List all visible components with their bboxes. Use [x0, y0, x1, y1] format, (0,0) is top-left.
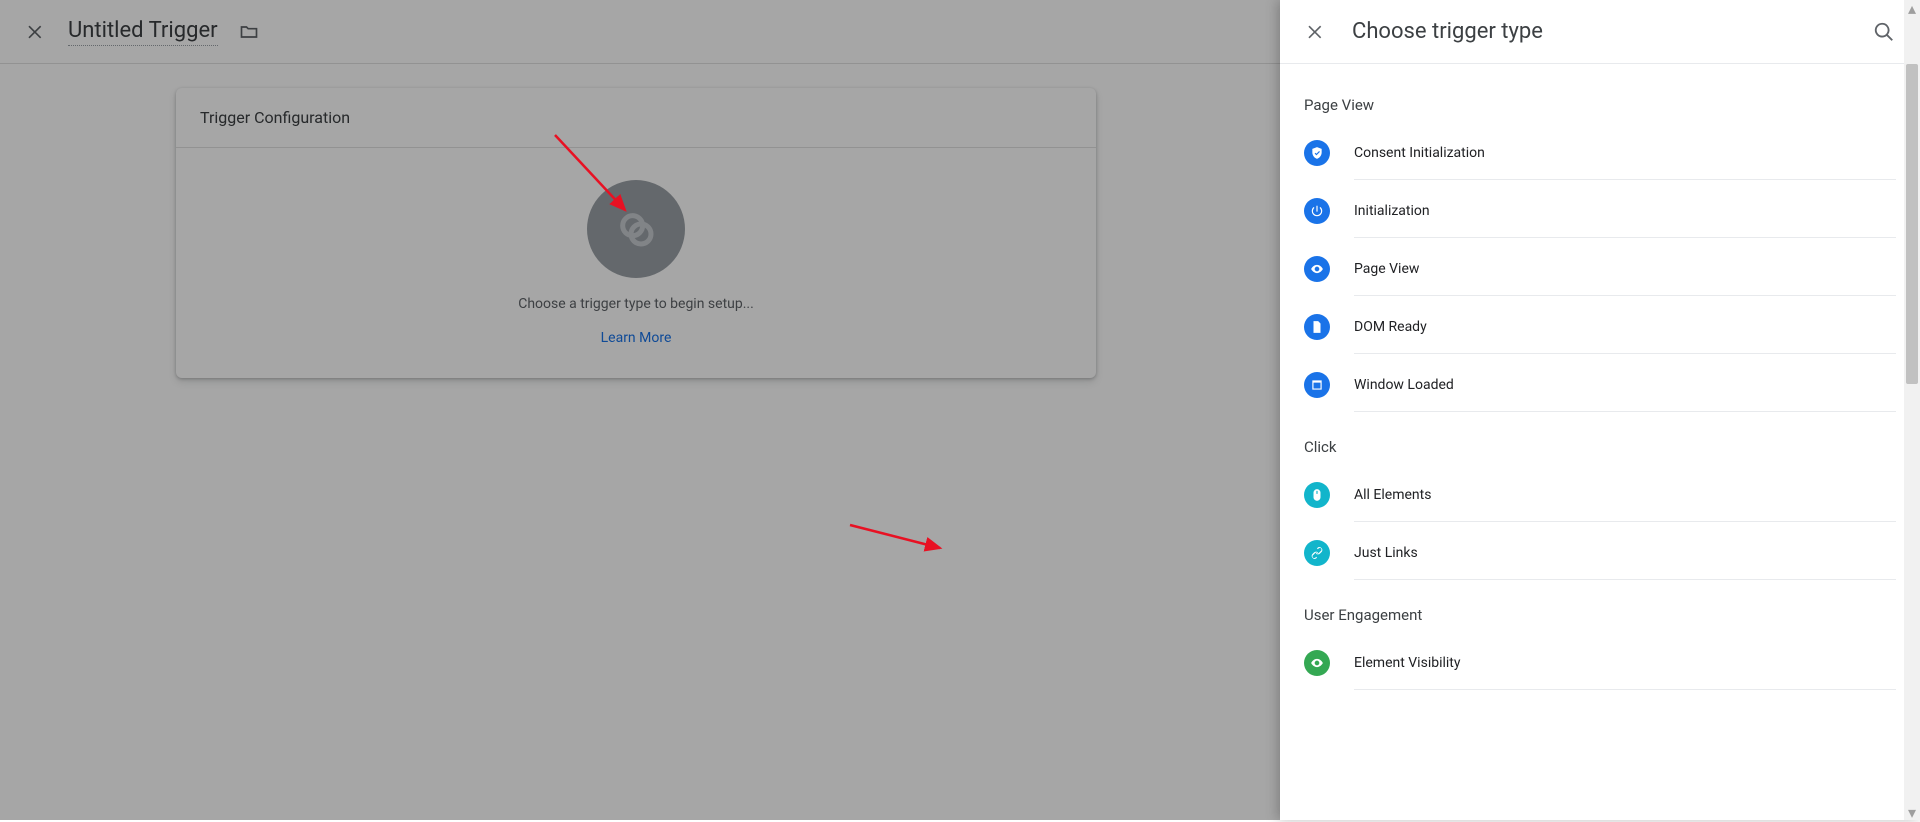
trigger-option-dom-ready[interactable]: DOM Ready [1304, 298, 1896, 356]
trigger-option-all-elements[interactable]: All Elements [1304, 466, 1896, 524]
scroll-down-icon[interactable]: ▾ [1904, 804, 1920, 820]
panel-header: Choose trigger type [1280, 0, 1920, 64]
trigger-option-initialization[interactable]: Initialization [1304, 182, 1896, 240]
close-icon[interactable] [1304, 20, 1328, 44]
panel-title: Choose trigger type [1352, 19, 1848, 44]
eye-icon [1304, 650, 1330, 676]
shield-icon [1304, 140, 1330, 166]
link-icon [1304, 540, 1330, 566]
trigger-option-element-visibility[interactable]: Element Visibility [1304, 634, 1896, 692]
section-label-user-engagement: User Engagement [1304, 606, 1896, 624]
panel-body[interactable]: Page View Consent Initialization Initial… [1280, 64, 1920, 820]
trigger-option-just-links[interactable]: Just Links [1304, 524, 1896, 582]
mouse-icon [1304, 482, 1330, 508]
trigger-option-label: Window Loaded [1354, 359, 1896, 412]
section-label-page-view: Page View [1304, 96, 1896, 114]
trigger-option-label: Consent Initialization [1354, 127, 1896, 180]
choose-trigger-type-panel: Choose trigger type Page View Consent In… [1280, 0, 1920, 820]
trigger-option-page-view[interactable]: Page View [1304, 240, 1896, 298]
frame-icon [1304, 372, 1330, 398]
trigger-option-label: Initialization [1354, 185, 1896, 238]
page-scrollbar[interactable]: ▴ ▾ [1904, 0, 1920, 820]
trigger-option-label: Page View [1354, 243, 1896, 296]
eye-icon [1304, 256, 1330, 282]
trigger-option-window-loaded[interactable]: Window Loaded [1304, 356, 1896, 414]
trigger-option-label: Element Visibility [1354, 637, 1896, 690]
trigger-option-label: DOM Ready [1354, 301, 1896, 354]
scroll-up-icon[interactable]: ▴ [1904, 0, 1920, 16]
doc-icon [1304, 314, 1330, 340]
trigger-option-label: Just Links [1354, 527, 1896, 580]
power-icon [1304, 198, 1330, 224]
scrollbar-thumb[interactable] [1906, 64, 1918, 384]
trigger-option-label: All Elements [1354, 469, 1896, 522]
section-label-click: Click [1304, 438, 1896, 456]
search-icon[interactable] [1872, 20, 1896, 44]
trigger-option-consent-initialization[interactable]: Consent Initialization [1304, 124, 1896, 182]
